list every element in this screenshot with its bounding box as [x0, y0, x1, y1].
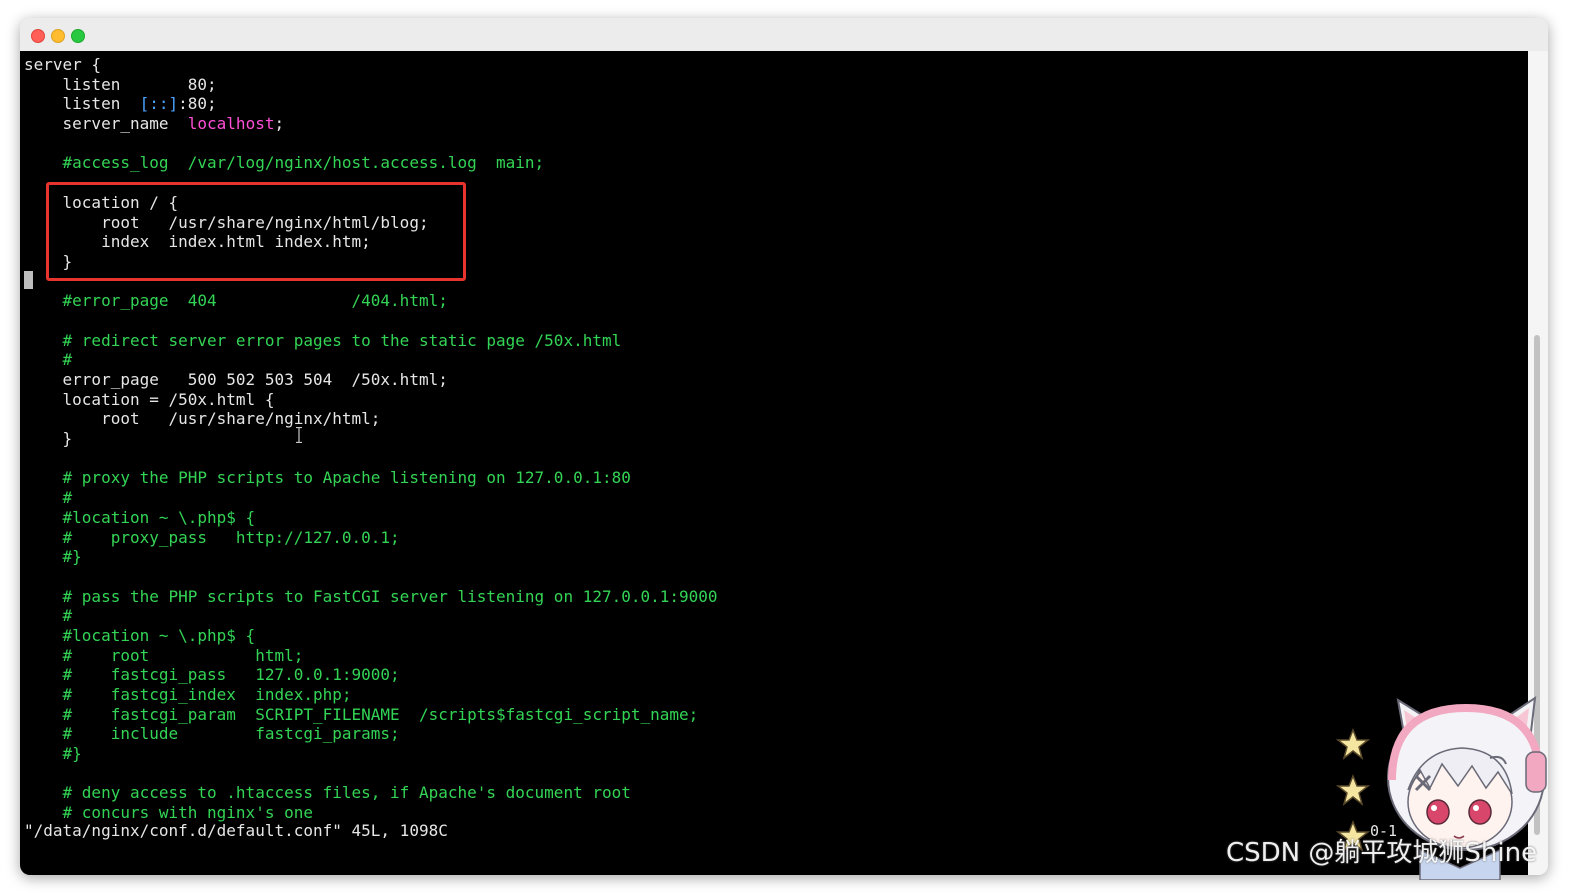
code-line: # root html;	[24, 646, 718, 666]
star-icon	[1335, 727, 1371, 760]
code-line: #	[24, 606, 718, 626]
title-bar	[20, 18, 1548, 52]
code-token: # include fastcgi_params;	[24, 724, 400, 744]
code-token: error_page 500 502 503 504 /50x.html;	[24, 370, 448, 389]
code-lines: server { listen 80; listen [::]:80; serv…	[24, 55, 718, 823]
code-line: # proxy_pass http://127.0.0.1;	[24, 528, 718, 548]
vim-status-line: "/data/nginx/conf.d/default.conf" 45L, 1…	[24, 821, 448, 840]
code-token: # deny access to .htaccess files, if Apa…	[24, 783, 631, 803]
code-token: #}	[24, 547, 82, 567]
code-line: root /usr/share/nginx/html;	[24, 409, 718, 429]
code-line: server_name localhost;	[24, 114, 718, 134]
code-token: # proxy the PHP scripts to Apache listen…	[24, 468, 631, 488]
code-line: listen 80;	[24, 75, 718, 95]
code-line: # include fastcgi_params;	[24, 724, 718, 744]
code-line: server {	[24, 55, 718, 75]
terminal-window: server { listen 80; listen [::]:80; serv…	[20, 18, 1548, 875]
code-line: #location ~ \.php$ {	[24, 508, 718, 528]
code-token: #error_page 404 /404.html;	[24, 291, 448, 311]
code-line: #error_page 404 /404.html;	[24, 291, 718, 311]
code-line: #}	[24, 744, 718, 764]
code-token: # proxy_pass http://127.0.0.1;	[24, 527, 400, 547]
code-line: # pass the PHP scripts to FastCGI server…	[24, 587, 718, 607]
code-token: #	[24, 350, 73, 370]
code-token: }	[24, 429, 73, 449]
code-line: #}	[24, 547, 718, 567]
code-line: location = /50x.html {	[24, 390, 718, 410]
zoom-window-button[interactable]	[71, 29, 85, 43]
code-token: # fastcgi_index index.php;	[24, 685, 352, 704]
code-token: #location ~ \.php$ {	[24, 507, 256, 527]
code-token: listen 80;	[24, 74, 217, 94]
highlight-box-location-block	[46, 182, 466, 281]
code-token: #	[24, 606, 73, 626]
code-line: # redirect server error pages to the sta…	[24, 331, 718, 351]
code-token: root /usr/share/nginx/html;	[24, 409, 381, 429]
code-line: #access_log /var/log/nginx/host.access.l…	[24, 153, 718, 173]
code-line: error_page 500 502 503 504 /50x.html;	[24, 370, 718, 390]
code-line: #location ~ \.php$ {	[24, 626, 718, 646]
code-token: server {	[24, 55, 102, 74]
code-line: }	[24, 429, 718, 449]
code-line: # fastcgi_index index.php;	[24, 685, 718, 705]
code-token: # fastcgi_param SCRIPT_FILENAME /scripts…	[24, 704, 699, 724]
close-window-button[interactable]	[31, 29, 45, 43]
code-line: #	[24, 488, 718, 508]
code-line: # fastcgi_param SCRIPT_FILENAME /scripts…	[24, 705, 718, 725]
vim-editor[interactable]: server { listen 80; listen [::]:80; serv…	[20, 51, 1528, 875]
code-token: :80;	[178, 94, 217, 114]
code-token: # pass the PHP scripts to FastCGI server…	[24, 586, 718, 606]
cursor-position-indicator: 0-1	[1370, 822, 1398, 840]
code-token: server_name	[24, 114, 188, 134]
code-token: ;	[274, 114, 285, 134]
code-line: listen [::]:80;	[24, 94, 718, 114]
code-token: # fastcgi_pass 127.0.0.1:9000;	[24, 665, 400, 685]
star-icon	[1335, 773, 1371, 806]
code-line: # deny access to .htaccess files, if Apa…	[24, 783, 718, 803]
code-token: #	[24, 488, 73, 508]
code-token: [::]	[139, 94, 179, 114]
code-line: #	[24, 350, 718, 370]
code-token: #location ~ \.php$ {	[24, 625, 256, 645]
code-token: location = /50x.html {	[24, 389, 275, 409]
code-token: # redirect server error pages to the sta…	[24, 330, 622, 350]
code-line: # proxy the PHP scripts to Apache listen…	[24, 468, 718, 488]
ibeam-cursor-icon	[296, 427, 302, 443]
text-cursor	[24, 271, 33, 289]
code-token: # root html;	[24, 645, 304, 665]
code-line: # concurs with nginx's one	[24, 803, 718, 823]
code-line: # fastcgi_pass 127.0.0.1:9000;	[24, 665, 718, 685]
code-token: listen	[24, 94, 140, 114]
code-token: # concurs with nginx's one	[24, 803, 313, 823]
minimize-window-button[interactable]	[51, 29, 65, 43]
code-token: #access_log /var/log/nginx/host.access.l…	[24, 153, 545, 173]
code-token: #}	[24, 744, 82, 764]
code-token: localhost	[187, 114, 275, 134]
